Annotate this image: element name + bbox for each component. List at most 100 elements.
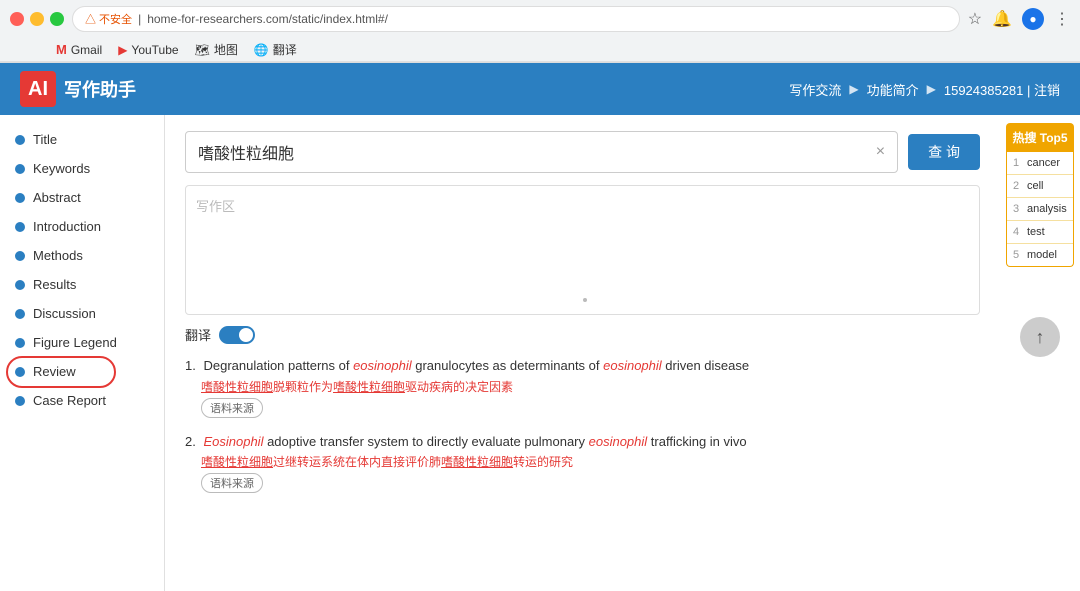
main-layout: Title Keywords Abstract Introduction Met… xyxy=(0,115,1080,591)
sidebar-label-figure-legend: Figure Legend xyxy=(33,335,117,350)
sidebar-label-keywords: Keywords xyxy=(33,161,90,176)
result-2-keyword2: eosinophil xyxy=(589,434,648,449)
hot-num-5: 5 xyxy=(1013,249,1023,261)
translate-row: 翻译 xyxy=(185,325,980,344)
hot-text-4: test xyxy=(1027,226,1045,238)
minimize-btn[interactable] xyxy=(30,12,44,26)
sidebar-item-abstract[interactable]: Abstract xyxy=(0,183,164,212)
hot-num-1: 1 xyxy=(1013,157,1023,169)
right-panel: 热搜 Top5 1 cancer 2 cell 3 analysis 4 tes… xyxy=(1000,115,1080,591)
result-2-source[interactable]: 语料来源 xyxy=(201,473,263,493)
sidebar-item-results[interactable]: Results xyxy=(0,270,164,299)
result-1-en: 1. Degranulation patterns of eosinophil … xyxy=(185,356,980,376)
translate-icon: 🌐 xyxy=(254,43,269,57)
browser-chrome: △ 不安全 | home-for-researchers.com/static/… xyxy=(0,0,1080,63)
result-item-2: 2. Eosinophil adoptive transfer system t… xyxy=(185,432,980,494)
result-1-text: Degranulation patterns of eosinophil gra… xyxy=(203,358,749,373)
dot-title xyxy=(15,135,25,145)
hot-item-3[interactable]: 3 analysis xyxy=(1007,198,1073,221)
sidebar-label-title: Title xyxy=(33,132,57,147)
nav-arrow-1: ▶ xyxy=(849,82,858,96)
address-bar[interactable]: △ 不安全 | home-for-researchers.com/static/… xyxy=(72,6,960,32)
sidebar-item-case-report[interactable]: Case Report xyxy=(0,386,164,415)
nav-writing-exchange[interactable]: 写作交流 xyxy=(789,80,841,99)
result-1-translation: 嗜酸性粒细胞脱颗粒作为嗜酸性粒细胞驱动疾病的决定因素 xyxy=(201,378,980,395)
toggle-knob xyxy=(239,328,253,342)
profile-icon[interactable]: ● xyxy=(1022,8,1044,30)
sidebar-item-methods[interactable]: Methods xyxy=(0,241,164,270)
scroll-up-button[interactable]: ↑ xyxy=(1020,317,1060,357)
writing-placeholder: 写作区 xyxy=(196,199,235,214)
translate-toggle[interactable] xyxy=(219,326,255,344)
maximize-btn[interactable] xyxy=(50,12,64,26)
browser-titlebar: △ 不安全 | home-for-researchers.com/static/… xyxy=(0,0,1080,38)
hot-item-5[interactable]: 5 model xyxy=(1007,244,1073,266)
hot-num-2: 2 xyxy=(1013,180,1023,192)
hot-top5-header: 热搜 Top5 xyxy=(1006,123,1074,152)
hot-text-5: model xyxy=(1027,249,1057,261)
hot-item-4[interactable]: 4 test xyxy=(1007,221,1073,244)
bookmark-maps[interactable]: 🗺 地图 xyxy=(195,41,238,58)
hot-text-2: cell xyxy=(1027,180,1044,192)
result-1-keyword1: eosinophil xyxy=(353,358,412,373)
dot-discussion xyxy=(15,309,25,319)
search-clear-icon[interactable]: × xyxy=(876,143,885,161)
app-logo: AI 写作助手 xyxy=(20,71,136,107)
result-1-keyword2: eosinophil xyxy=(603,358,662,373)
browser-actions: ☆ 🔔 ● ⋮ xyxy=(968,8,1070,30)
gmail-icon: M xyxy=(56,42,67,57)
sidebar-label-discussion: Discussion xyxy=(33,306,96,321)
dot-keywords xyxy=(15,164,25,174)
dot-results xyxy=(15,280,25,290)
sidebar-item-introduction[interactable]: Introduction xyxy=(0,212,164,241)
sidebar-item-title[interactable]: Title xyxy=(0,125,164,154)
sidebar-label-case-report: Case Report xyxy=(33,393,106,408)
nav-feature-intro[interactable]: 功能简介 xyxy=(867,80,919,99)
bookmark-youtube[interactable]: ▶ YouTube xyxy=(118,43,178,57)
hot-num-4: 4 xyxy=(1013,226,1023,238)
sidebar-label-methods: Methods xyxy=(33,248,83,263)
app-header: AI 写作助手 写作交流 ▶ 功能简介 ▶ 15924385281 | 注销 xyxy=(0,63,1080,115)
dot-abstract xyxy=(15,193,25,203)
star-icon[interactable]: ☆ xyxy=(968,9,982,29)
bell-icon[interactable]: 🔔 xyxy=(992,9,1012,29)
hot-item-1[interactable]: 1 cancer xyxy=(1007,152,1073,175)
hot-item-2[interactable]: 2 cell xyxy=(1007,175,1073,198)
dot-methods xyxy=(15,251,25,261)
menu-icon[interactable]: ⋮ xyxy=(1054,9,1070,29)
maps-icon: 🗺 xyxy=(195,43,210,57)
sidebar-item-figure-legend[interactable]: Figure Legend xyxy=(0,328,164,357)
dot-introduction xyxy=(15,222,25,232)
writing-cursor-dot xyxy=(583,298,587,302)
sidebar-label-introduction: Introduction xyxy=(33,219,101,234)
sidebar-item-review[interactable]: Review xyxy=(0,357,164,386)
sidebar-item-keywords[interactable]: Keywords xyxy=(0,154,164,183)
nav-user-info[interactable]: 15924385281 | 注销 xyxy=(944,80,1060,99)
hot-list: 1 cancer 2 cell 3 analysis 4 test 5 mode… xyxy=(1006,152,1074,267)
writing-area[interactable]: 写作区 xyxy=(185,185,980,315)
browser-bookmarks: M Gmail ▶ YouTube 🗺 地图 🌐 翻译 xyxy=(0,38,1080,62)
search-button[interactable]: 查 询 xyxy=(908,134,980,170)
app-name: 写作助手 xyxy=(64,76,136,102)
bookmark-gmail[interactable]: M Gmail xyxy=(56,42,102,57)
search-input-wrap[interactable]: 嗜酸性粒细胞 × xyxy=(185,131,898,173)
dot-figure-legend xyxy=(15,338,25,348)
result-2-text: Eosinophil adoptive transfer system to d… xyxy=(203,434,746,449)
translate-label: 翻译 xyxy=(185,325,211,344)
result-2-num: 2. xyxy=(185,434,196,449)
result-item-1: 1. Degranulation patterns of eosinophil … xyxy=(185,356,980,418)
close-btn[interactable] xyxy=(10,12,24,26)
app-nav: 写作交流 ▶ 功能简介 ▶ 15924385281 | 注销 xyxy=(789,80,1060,99)
logo-icon: AI xyxy=(20,71,56,107)
bookmark-translate[interactable]: 🌐 翻译 xyxy=(254,41,297,58)
dot-review xyxy=(15,367,25,377)
result-1-source[interactable]: 语料来源 xyxy=(201,398,263,418)
sidebar-label-results: Results xyxy=(33,277,76,292)
youtube-icon: ▶ xyxy=(118,43,127,57)
result-1-num: 1. xyxy=(185,358,196,373)
sidebar-label-abstract: Abstract xyxy=(33,190,81,205)
sidebar: Title Keywords Abstract Introduction Met… xyxy=(0,115,165,591)
result-2-translation: 嗜酸性粒细胞过继转运系统在体内直接评价肺嗜酸性粒细胞转运的研究 xyxy=(201,453,980,470)
sidebar-item-discussion[interactable]: Discussion xyxy=(0,299,164,328)
security-warning: △ 不安全 xyxy=(85,11,132,27)
